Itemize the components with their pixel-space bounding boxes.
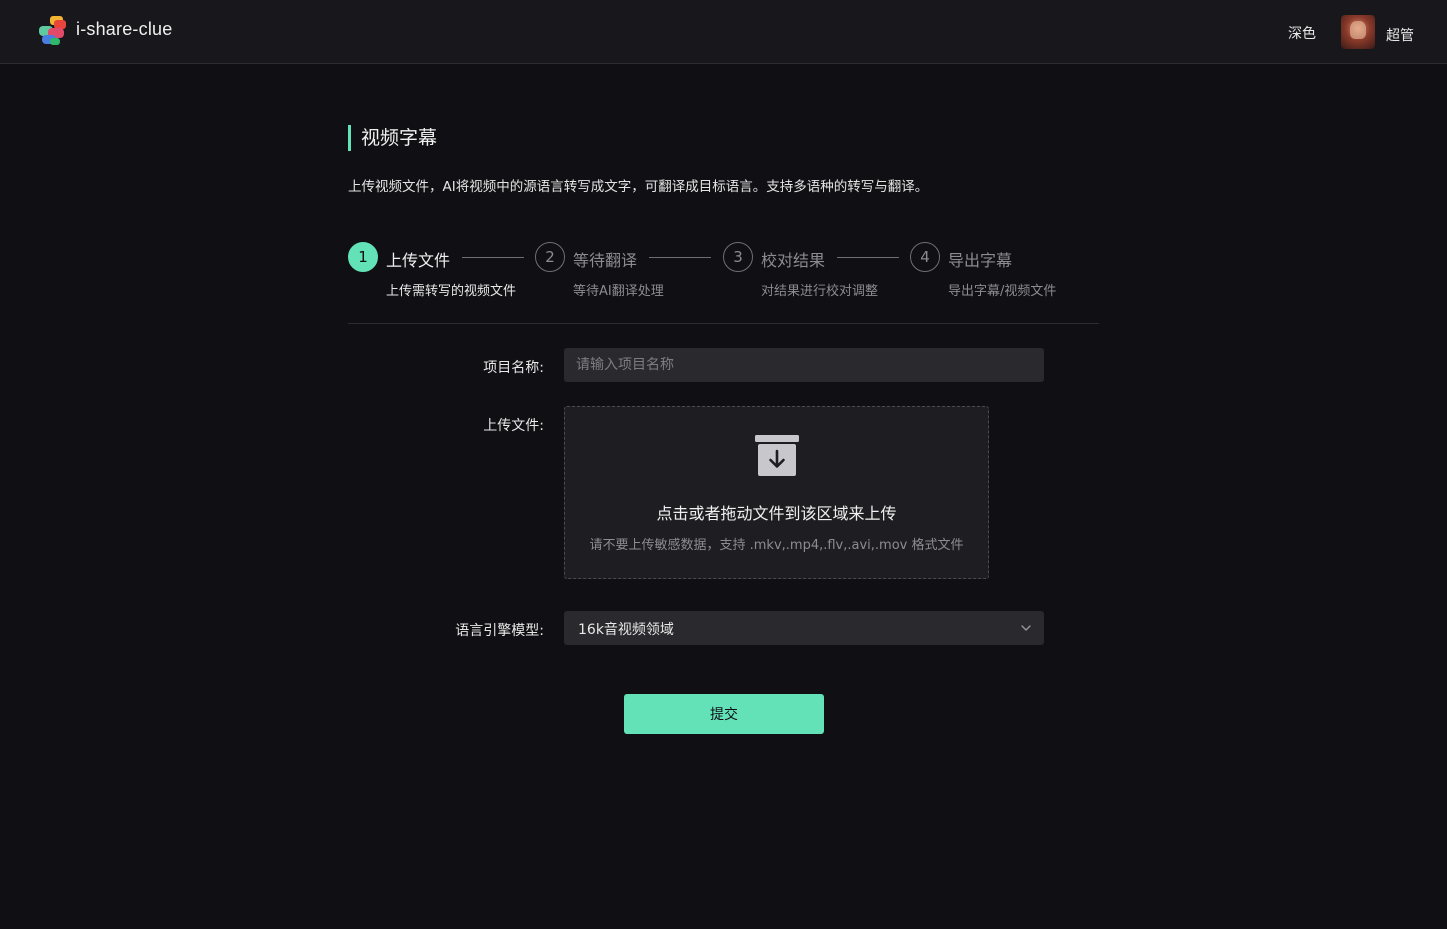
engine-select[interactable]: 16k音视频领域: [564, 611, 1044, 645]
submit-button[interactable]: 提交: [624, 694, 824, 734]
step-1-number: 1: [348, 242, 378, 272]
upload-dropzone[interactable]: 点击或者拖动文件到该区域来上传 请不要上传敏感数据，支持 .mkv,.mp4,.…: [564, 406, 989, 579]
section-divider: [348, 323, 1099, 324]
step-4-subtitle: 导出字幕/视频文件: [948, 284, 1057, 299]
step-connector: [649, 257, 711, 258]
step-connector: [462, 257, 524, 258]
step-3-title: 校对结果: [761, 251, 826, 270]
page-title: 视频字幕: [348, 125, 437, 151]
step-2-subtitle: 等待AI翻译处理: [573, 284, 664, 299]
avatar[interactable]: [1341, 15, 1375, 49]
theme-toggle[interactable]: 深色: [1288, 23, 1316, 43]
step-2-number: 2: [535, 242, 565, 272]
project-name-label: 项目名称:: [483, 360, 544, 376]
step-4-number: 4: [910, 242, 940, 272]
project-name-input[interactable]: [564, 348, 1044, 382]
step-3-number: 3: [723, 242, 753, 272]
chevron-down-icon: [1021, 625, 1031, 631]
upload-label: 上传文件:: [483, 418, 544, 434]
app-title[interactable]: i-share-clue: [76, 19, 172, 40]
upload-main-text: 点击或者拖动文件到该区域来上传: [656, 504, 897, 523]
page-description: 上传视频文件，AI将视频中的源语言转写成文字，可翻译成目标语言。支持多语种的转写…: [348, 179, 929, 195]
step-4-title: 导出字幕: [948, 251, 1013, 270]
archive-download-icon: [755, 435, 799, 476]
step-1-subtitle: 上传需转写的视频文件: [386, 284, 517, 299]
app-logo-icon[interactable]: [38, 16, 66, 46]
step-connector: [837, 257, 899, 258]
engine-select-value: 16k音视频领域: [578, 622, 674, 638]
step-3-subtitle: 对结果进行校对调整: [761, 284, 879, 299]
upload-hint-text: 请不要上传敏感数据，支持 .mkv,.mp4,.flv,.avi,.mov 格式…: [589, 538, 964, 553]
engine-label: 语言引擎模型:: [455, 623, 544, 639]
step-2-title: 等待翻译: [573, 251, 638, 270]
username[interactable]: 超管: [1386, 25, 1414, 45]
step-1-title: 上传文件: [386, 251, 451, 270]
top-header: i-share-clue 深色 超管: [0, 0, 1447, 64]
